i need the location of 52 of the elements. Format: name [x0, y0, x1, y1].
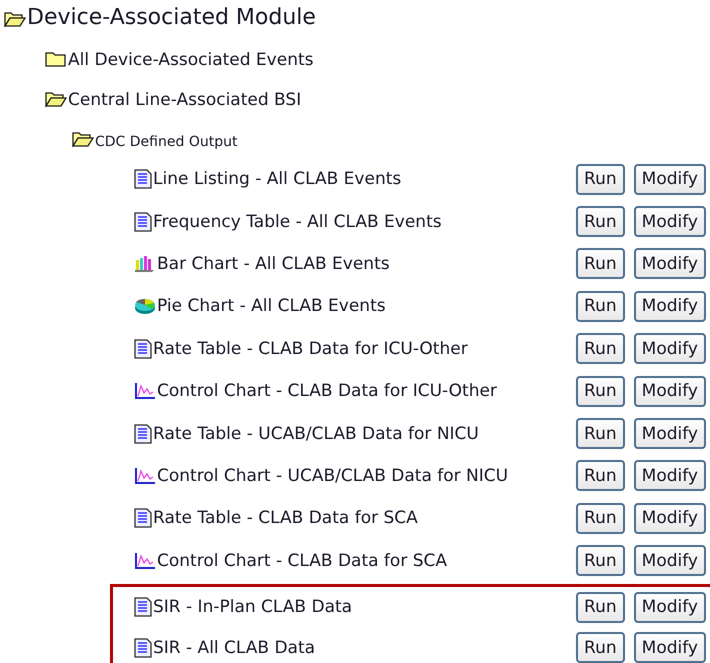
document-icon [134, 212, 152, 232]
report-title[interactable]: Control Chart - CLAB Data for ICU-Other [157, 381, 497, 402]
modify-button[interactable]: Modify [634, 502, 706, 534]
run-button[interactable]: Run [576, 460, 625, 492]
run-button[interactable]: Run [576, 502, 625, 534]
report-title[interactable]: Rate Table - CLAB Data for SCA [153, 508, 418, 528]
run-button[interactable]: Run [576, 248, 625, 280]
document-icon [134, 638, 152, 658]
run-button[interactable]: Run [576, 545, 625, 576]
report-title[interactable]: Control Chart - CLAB Data for SCA [157, 550, 448, 571]
report-title[interactable]: SIR - All CLAB Data [153, 638, 316, 658]
line-chart-icon [134, 382, 156, 400]
bar-chart-icon [134, 254, 156, 273]
modify-button[interactable]: Modify [634, 164, 706, 195]
report-title[interactable]: Pie Chart - All CLAB Events [157, 296, 386, 316]
run-button[interactable]: Run [576, 333, 625, 364]
modify-button[interactable]: Modify [634, 376, 706, 407]
modify-button[interactable]: Modify [634, 333, 706, 364]
report-title[interactable]: Control Chart - UCAB/CLAB Data for NICU [157, 466, 508, 486]
modify-button[interactable]: Modify [634, 460, 706, 492]
document-icon [134, 597, 152, 618]
modify-button[interactable]: Modify [634, 290, 706, 322]
folder-label[interactable]: All Device-Associated Events [68, 50, 314, 70]
report-title[interactable]: Bar Chart - All CLAB Events [157, 254, 390, 274]
document-icon [134, 169, 152, 190]
report-title[interactable]: Rate Table - CLAB Data for ICU-Other [153, 338, 468, 359]
run-button[interactable]: Run [576, 376, 625, 407]
line-chart-icon [134, 552, 156, 570]
report-title[interactable]: SIR - In-Plan CLAB Data [153, 597, 352, 618]
folder-label[interactable]: Central Line-Associated BSI [68, 90, 302, 110]
modify-button[interactable]: Modify [634, 418, 706, 450]
report-title[interactable]: Line Listing - All CLAB Events [153, 169, 402, 190]
modify-button[interactable]: Modify [634, 632, 706, 663]
modify-button[interactable]: Modify [634, 545, 706, 576]
modify-button[interactable]: Modify [634, 248, 706, 280]
modify-button[interactable]: Modify [634, 592, 706, 623]
pie-chart-icon [134, 296, 156, 316]
report-title[interactable]: Frequency Table - All CLAB Events [153, 212, 442, 232]
document-icon [134, 424, 152, 444]
folder-label[interactable]: CDC Defined Output [95, 134, 238, 150]
document-icon [134, 338, 152, 359]
run-button[interactable]: Run [576, 290, 625, 322]
modify-button[interactable]: Modify [634, 206, 706, 238]
report-title[interactable]: Rate Table - UCAB/CLAB Data for NICU [153, 424, 479, 444]
line-chart-icon [134, 466, 156, 485]
run-button[interactable]: Run [576, 164, 625, 195]
document-icon [134, 508, 152, 528]
run-button[interactable]: Run [576, 632, 625, 663]
run-button[interactable]: Run [576, 592, 625, 623]
run-button[interactable]: Run [576, 418, 625, 450]
run-button[interactable]: Run [576, 206, 625, 238]
folder-label[interactable]: Device-Associated Module [27, 5, 316, 30]
